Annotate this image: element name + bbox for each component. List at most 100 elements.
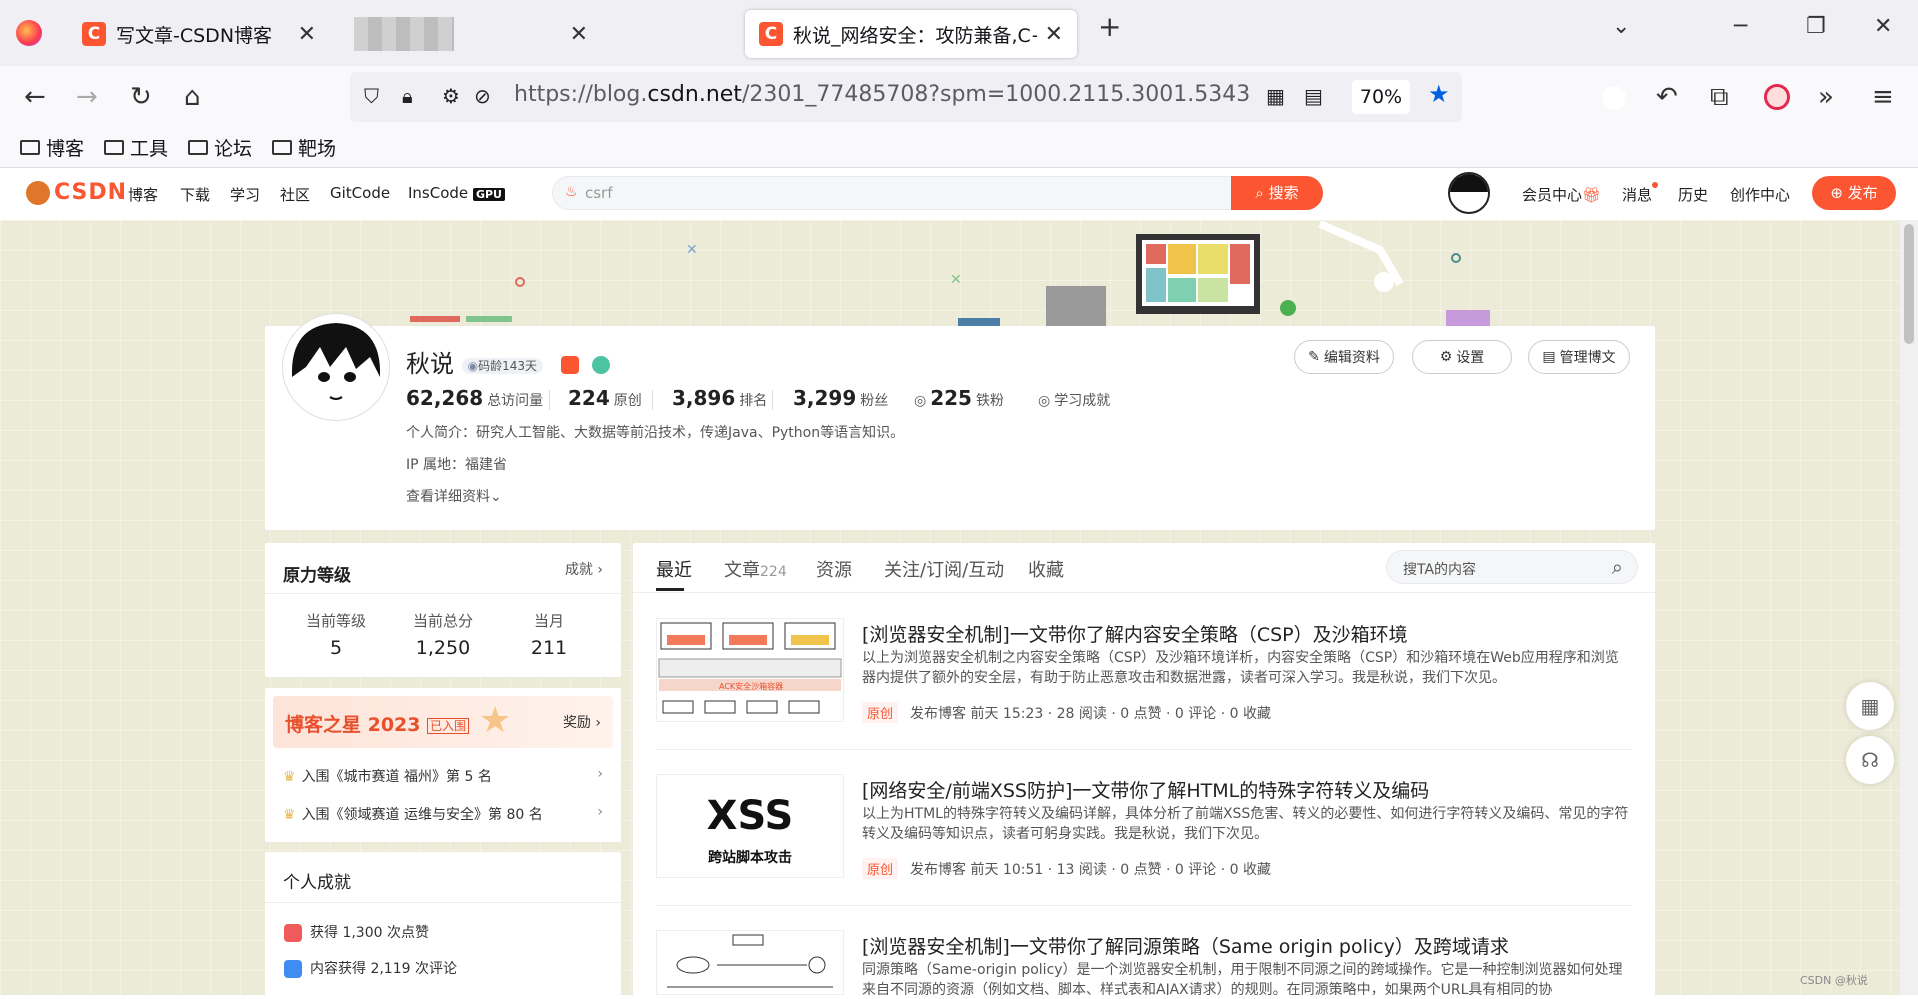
- shield-icon[interactable]: ⛉: [364, 84, 379, 108]
- banner-illustration: ✕ ✕: [410, 220, 1490, 330]
- svg-text:✕: ✕: [686, 242, 698, 258]
- nav-creator[interactable]: 创作中心: [1730, 184, 1790, 205]
- article-thumbnail[interactable]: XSS 跨站脚本攻击: [656, 774, 844, 878]
- tracking-icon[interactable]: ⊘: [474, 84, 491, 108]
- nav-gitcode[interactable]: GitCode: [330, 184, 390, 202]
- bookmark-tools[interactable]: 工具: [104, 134, 168, 161]
- qr-code-icon[interactable]: ▦: [1266, 84, 1285, 108]
- page-scrollbar[interactable]: [1900, 220, 1918, 995]
- qr-float-button[interactable]: ▦: [1846, 682, 1894, 730]
- stat-visits: 62,268 总访问量: [406, 386, 544, 410]
- bookmark-star-icon[interactable]: ★: [1428, 80, 1450, 108]
- article-title[interactable]: [网络安全/前端XSS防护]一文带你了解HTML的特殊字符转义及编码: [862, 776, 1429, 803]
- firefox-icon[interactable]: [16, 20, 42, 46]
- nav-blog[interactable]: 博客: [128, 184, 158, 205]
- reader-view-icon[interactable]: ▤: [1304, 84, 1323, 108]
- minimize-icon[interactable]: ─: [1734, 14, 1747, 39]
- lock-icon[interactable]: 🔒︎: [402, 84, 413, 108]
- site-search[interactable]: ♨ csrf ⌕ 搜索: [552, 176, 1323, 210]
- close-icon[interactable]: ✕: [298, 22, 316, 47]
- restore-icon[interactable]: ❐: [1806, 14, 1826, 39]
- manage-posts-button[interactable]: ▤ 管理博文: [1528, 340, 1630, 374]
- content-search[interactable]: 搜TA的内容 ⌕: [1386, 550, 1638, 584]
- stat-iron-fans[interactable]: ◎ 225 铁粉: [914, 386, 1004, 410]
- star-item[interactable]: ♛ 入围《领域赛道 运维与安全》第 80 名 ›: [283, 804, 603, 824]
- tab-recent[interactable]: 最近: [656, 556, 692, 582]
- tab-profile[interactable]: C 秋说_网络安全：攻防兼备,C++- ✕: [745, 10, 1077, 58]
- permissions-icon[interactable]: ⚙: [442, 84, 460, 108]
- search-icon: ⌕: [1255, 184, 1264, 202]
- extensions-icon[interactable]: ⧉: [1710, 80, 1729, 114]
- tab-articles[interactable]: 文章224: [724, 556, 787, 582]
- settings-button[interactable]: ⚙ 设置: [1412, 340, 1512, 374]
- support-float-button[interactable]: ☊: [1846, 736, 1894, 784]
- search-icon[interactable]: ⌕: [1612, 555, 1623, 579]
- nav-community[interactable]: 社区: [280, 184, 310, 205]
- profile-icon[interactable]: [1602, 86, 1626, 110]
- bookmark-range[interactable]: 靶场: [272, 134, 336, 161]
- chevron-down-icon[interactable]: ⌄: [1612, 14, 1630, 39]
- star-item[interactable]: ♛ 入围《城市赛道 福州》第 5 名 ›: [283, 766, 603, 786]
- search-input[interactable]: csrf: [585, 184, 613, 202]
- bookmark-blog[interactable]: 博客: [20, 134, 84, 161]
- home-icon[interactable]: ⌂: [184, 80, 201, 114]
- csdn-logo[interactable]: CSDN: [26, 180, 127, 205]
- article-thumbnail[interactable]: ACK安全沙箱容器: [656, 618, 844, 722]
- profile-name: 秋说 ◉码龄143天: [406, 344, 611, 379]
- article-meta: 原创 发布博客 前天 10:51 · 13 阅读 · 0 点赞 · 0 评论 · …: [862, 858, 1271, 879]
- close-icon[interactable]: ✕: [1045, 22, 1063, 47]
- reload-icon[interactable]: ↻: [130, 80, 152, 114]
- level-title: 原力等级: [283, 566, 351, 586]
- learning-achievement[interactable]: ◎ 学习成就: [1038, 390, 1110, 410]
- menu-icon[interactable]: ≡: [1872, 80, 1894, 114]
- nav-messages[interactable]: 消息: [1622, 182, 1659, 205]
- watermark: CSDN @秋说: [1800, 974, 1868, 987]
- nav-download[interactable]: 下载: [180, 184, 210, 205]
- nav-history[interactable]: 历史: [1678, 184, 1708, 205]
- nav-learn[interactable]: 学习: [230, 184, 260, 205]
- article-desc[interactable]: 同源策略（Same-origin policy）是一个浏览器安全机制，用于限制不…: [862, 960, 1632, 995]
- zoom-level[interactable]: 70%: [1352, 80, 1410, 114]
- publish-button[interactable]: ⊕ 发布: [1812, 176, 1896, 210]
- profile-avatar[interactable]: [283, 314, 389, 420]
- tab-favorites[interactable]: 收藏: [1028, 556, 1064, 582]
- url-text[interactable]: https://blog.csdn.net/2301_77485708?spm=…: [514, 82, 1250, 107]
- overflow-icon[interactable]: »: [1818, 80, 1834, 114]
- content-search-input[interactable]: 搜TA的内容: [1403, 559, 1476, 579]
- avatar-small[interactable]: [1448, 172, 1490, 214]
- close-icon[interactable]: ✕: [570, 22, 588, 47]
- edit-profile-button[interactable]: ✎ 编辑资料: [1294, 340, 1394, 374]
- close-window-icon[interactable]: ✕: [1874, 14, 1892, 39]
- article-thumbnail[interactable]: [656, 930, 844, 995]
- achievements-title: 个人成就: [283, 873, 351, 893]
- csdn-favicon: C: [82, 22, 106, 46]
- blocked-extension-icon[interactable]: [1764, 84, 1790, 110]
- level-link[interactable]: 成就 ›: [565, 559, 603, 579]
- scrollbar-thumb[interactable]: [1904, 224, 1914, 344]
- tab-blurred[interactable]: ✕: [340, 10, 602, 58]
- forward-icon[interactable]: →: [76, 80, 98, 114]
- article-title[interactable]: [浏览器安全机制]一文带你了解内容安全策略（CSP）及沙箱环境: [862, 620, 1408, 647]
- article-title[interactable]: [浏览器安全机制]一文带你了解同源策略（Same origin policy）及…: [862, 932, 1509, 959]
- nav-vip[interactable]: 会员中心🎁︎: [1522, 184, 1601, 205]
- back-icon[interactable]: ←: [24, 80, 46, 114]
- nav-inscode[interactable]: InsCode GPU: [408, 184, 505, 202]
- tab-resources[interactable]: 资源: [816, 556, 852, 582]
- profile-more-link[interactable]: 查看详细资料⌄: [406, 486, 502, 506]
- chevron-right-icon: ›: [597, 804, 603, 820]
- stat-originals[interactable]: 224 原创: [568, 386, 642, 410]
- article-desc[interactable]: 以上为HTML的特殊字符转义及编码详解，具体分析了前端XSS危害、转义的必要性、…: [862, 804, 1632, 844]
- stat-fans[interactable]: 3,299 粉丝: [793, 386, 888, 410]
- plus-icon: ⊕: [1830, 184, 1843, 202]
- tab-write-article[interactable]: C 写文章-CSDN博客 ✕: [68, 10, 330, 58]
- url-bar[interactable]: ⛉ 🔒︎ ⚙ ⊘ https://blog.csdn.net/2301_7748…: [350, 72, 1462, 122]
- tab-follow[interactable]: 关注/订阅/互动: [884, 556, 1004, 582]
- reward-link[interactable]: 奖励 ›: [563, 712, 601, 732]
- bookmark-forum[interactable]: 论坛: [188, 134, 252, 161]
- article-desc[interactable]: 以上为浏览器安全机制之内容安全策略（CSP）及沙箱环境详析，内容安全策略（CSP…: [862, 648, 1632, 688]
- undo-icon[interactable]: ↶: [1656, 80, 1678, 114]
- chevron-right-icon: ›: [597, 562, 603, 578]
- comment-badge-icon: [284, 960, 302, 978]
- search-button[interactable]: ⌕ 搜索: [1231, 176, 1323, 210]
- new-tab-icon[interactable]: +: [1098, 10, 1121, 43]
